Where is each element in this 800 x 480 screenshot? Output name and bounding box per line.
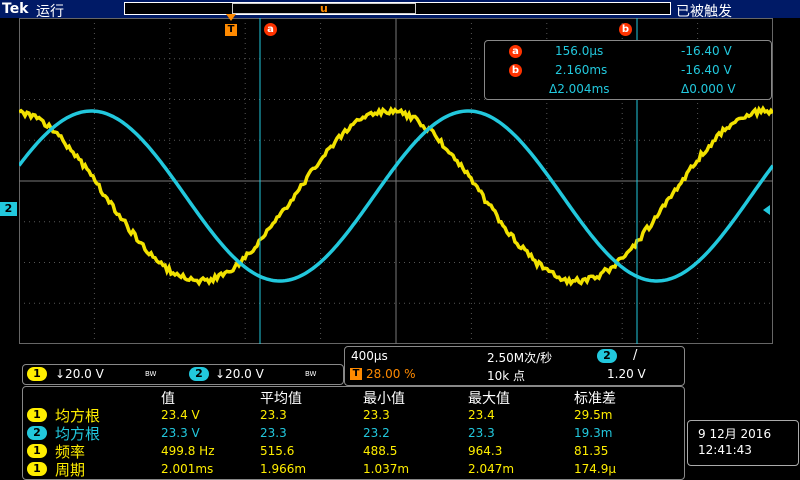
measurement-table: 值 平均值 最小值 最大值 标准差 1 均方根 23.4 V 23.3 23.3…: [22, 386, 685, 480]
ch2-scale[interactable]: ↓20.0 V: [215, 367, 264, 381]
row-measure-name: 周期: [55, 459, 85, 480]
cursor-delta-time: Δ2.004ms: [549, 82, 610, 96]
record-trigger-marker: u: [320, 2, 328, 15]
trigger-pos-badge: T: [350, 368, 362, 380]
cursor-readout-panel: a 156.0µs -16.40 V b 2.160ms -16.40 V Δ2…: [484, 40, 772, 100]
trigger-level-arrow-icon[interactable]: [763, 205, 770, 215]
time: 12:41:43: [698, 443, 752, 457]
cell-value: 23.4 V: [161, 408, 200, 422]
cell-mean: 515.6: [260, 444, 294, 458]
header-mean: 平均值: [260, 388, 302, 408]
cell-min: 23.3: [363, 408, 390, 422]
cursor-a-value: -16.40 V: [681, 44, 732, 58]
trigger-position: 28.00 %: [366, 367, 416, 381]
cursor-b-value: -16.40 V: [681, 63, 732, 77]
trigger-level: 1.20 V: [607, 367, 646, 381]
cursor-delta-value: Δ0.000 V: [681, 82, 736, 96]
date: 9 12月 2016: [698, 425, 771, 442]
ch1-scale[interactable]: ↓20.0 V: [55, 367, 104, 381]
row-channel-badge: 2: [27, 426, 47, 440]
cell-max: 2.047m: [468, 462, 514, 476]
trigger-marker[interactable]: T: [225, 24, 237, 36]
cursor-a-badge: a: [509, 45, 522, 58]
header-max: 最大值: [468, 388, 510, 408]
cell-mean: 23.3: [260, 426, 287, 440]
trigger-slope-icon: /: [633, 348, 637, 363]
cell-value: 499.8 Hz: [161, 444, 215, 458]
cursor-b-time: 2.160ms: [555, 63, 607, 77]
timebase: 400µs: [351, 349, 388, 363]
cell-max: 23.3: [468, 426, 495, 440]
ch2-ground-marker[interactable]: 2: [0, 202, 17, 216]
trigger-pos-arrow-icon: [226, 14, 236, 21]
cell-value: 23.3 V: [161, 426, 200, 440]
ch2-badge[interactable]: 2: [189, 367, 209, 381]
cell-mean: 23.3: [260, 408, 287, 422]
cell-max: 23.4: [468, 408, 495, 422]
record-length: 10k 点: [487, 367, 525, 384]
ch1-bw-limit-icon: BW: [145, 370, 156, 378]
horizontal-trigger-panel[interactable]: 400µs 2.50M次/秒 2 / T 28.00 % 10k 点 1.20 …: [344, 346, 685, 386]
trigger-source-badge: 2: [597, 349, 617, 363]
cell-min: 23.2: [363, 426, 390, 440]
cell-stddev: 19.3m: [574, 426, 612, 440]
header-min: 最小值: [363, 388, 405, 408]
cursor-a-time: 156.0µs: [555, 44, 603, 58]
cell-mean: 1.966m: [260, 462, 306, 476]
cell-stddev: 174.9µ: [574, 462, 616, 476]
channel-scale-bar: 1 ↓20.0 V BW 2 ↓20.0 V BW: [22, 364, 344, 385]
cursor-b-marker[interactable]: b: [619, 23, 632, 36]
cell-min: 1.037m: [363, 462, 409, 476]
header-stddev: 标准差: [574, 388, 616, 408]
datetime-panel: 9 12月 2016 12:41:43: [687, 420, 799, 466]
cell-min: 488.5: [363, 444, 397, 458]
cursor-a-marker[interactable]: a: [264, 23, 277, 36]
row-channel-badge: 1: [27, 408, 47, 422]
row-channel-badge: 1: [27, 444, 47, 458]
row-channel-badge: 1: [27, 462, 47, 476]
cell-max: 964.3: [468, 444, 502, 458]
brand-logo: Tek: [2, 1, 29, 17]
cell-stddev: 29.5m: [574, 408, 612, 422]
cell-value: 2.001ms: [161, 462, 213, 476]
cell-stddev: 81.35: [574, 444, 608, 458]
ch1-badge[interactable]: 1: [27, 367, 47, 381]
header-value: 值: [161, 388, 175, 408]
sample-rate: 2.50M次/秒: [487, 349, 552, 366]
ch2-bw-limit-icon: BW: [305, 370, 316, 378]
cursor-b-badge: b: [509, 64, 522, 77]
